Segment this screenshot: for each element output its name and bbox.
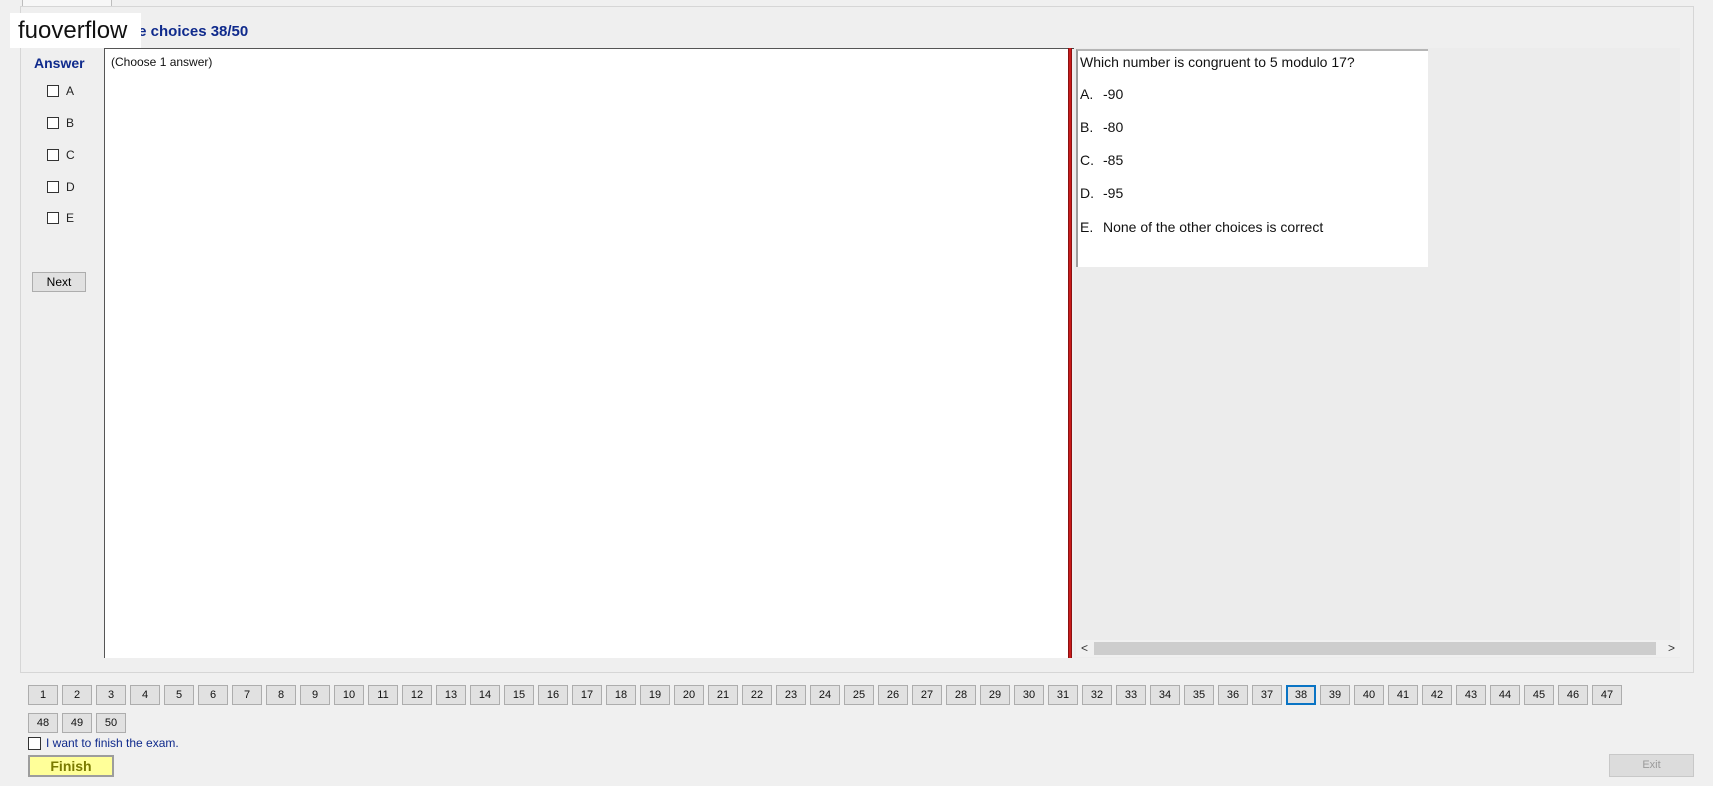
- question-nav-button[interactable]: 29: [980, 685, 1010, 705]
- choice-e[interactable]: E: [47, 210, 74, 226]
- question-nav-button[interactable]: 17: [572, 685, 602, 705]
- choice-b[interactable]: B: [47, 115, 74, 131]
- question-nav-button[interactable]: 31: [1048, 685, 1078, 705]
- question-nav-button[interactable]: 22: [742, 685, 772, 705]
- question-nav-button[interactable]: 20: [674, 685, 704, 705]
- horizontal-scrollbar[interactable]: < >: [1076, 640, 1680, 657]
- option-text: -85: [1103, 152, 1124, 168]
- question-nav-button[interactable]: 15: [504, 685, 534, 705]
- choice-c-checkbox[interactable]: [47, 149, 59, 161]
- question-nav-button[interactable]: 23: [776, 685, 806, 705]
- question-nav-button[interactable]: 14: [470, 685, 500, 705]
- question-option-c: C. -85: [1080, 152, 1123, 168]
- question-nav-button[interactable]: 50: [96, 713, 126, 733]
- question-nav-button[interactable]: 39: [1320, 685, 1350, 705]
- question-nav-button[interactable]: 25: [844, 685, 874, 705]
- question-nav-button[interactable]: 49: [62, 713, 92, 733]
- question-nav-button[interactable]: 30: [1014, 685, 1044, 705]
- question-nav-button[interactable]: 2: [62, 685, 92, 705]
- question-nav-button[interactable]: 32: [1082, 685, 1112, 705]
- question-nav-button[interactable]: 35: [1184, 685, 1214, 705]
- answer-pane: (Choose 1 answer): [104, 48, 1068, 658]
- question-nav-button[interactable]: 38: [1286, 685, 1316, 705]
- option-text: -80: [1103, 119, 1124, 135]
- question-nav-button[interactable]: 18: [606, 685, 636, 705]
- option-letter: D.: [1080, 185, 1094, 201]
- choice-b-checkbox[interactable]: [47, 117, 59, 129]
- question-nav-button[interactable]: 8: [266, 685, 296, 705]
- choice-e-label: E: [66, 211, 75, 225]
- question-nav-button[interactable]: 4: [130, 685, 160, 705]
- scroll-left-icon[interactable]: <: [1076, 640, 1093, 657]
- question-nav-button[interactable]: 46: [1558, 685, 1588, 705]
- option-letter: C.: [1080, 152, 1094, 168]
- question-nav-button[interactable]: 11: [368, 685, 398, 705]
- choice-d-label: D: [66, 180, 75, 194]
- question-nav-button[interactable]: 45: [1524, 685, 1554, 705]
- question-nav-button[interactable]: 24: [810, 685, 840, 705]
- question-nav-button[interactable]: 34: [1150, 685, 1180, 705]
- question-nav-button[interactable]: 42: [1422, 685, 1452, 705]
- choice-b-label: B: [66, 116, 75, 130]
- option-letter: A.: [1080, 86, 1094, 102]
- question-nav-button[interactable]: 47: [1592, 685, 1622, 705]
- question-nav-button[interactable]: 1: [28, 685, 58, 705]
- question-nav-button[interactable]: 36: [1218, 685, 1248, 705]
- exit-button[interactable]: Exit: [1609, 754, 1694, 777]
- question-box: Which number is congruent to 5 modulo 17…: [1076, 49, 1428, 267]
- question-nav-button[interactable]: 37: [1252, 685, 1282, 705]
- option-text: None of the other choices is correct: [1103, 219, 1324, 235]
- finish-button[interactable]: Finish: [28, 755, 114, 777]
- question-option-d: D. -95: [1080, 185, 1123, 201]
- next-button[interactable]: Next: [32, 272, 86, 292]
- question-nav-button[interactable]: 33: [1116, 685, 1146, 705]
- question-nav-button[interactable]: 48: [28, 713, 58, 733]
- answer-hint: (Choose 1 answer): [111, 55, 213, 69]
- choice-d-checkbox[interactable]: [47, 181, 59, 193]
- choice-a-checkbox[interactable]: [47, 85, 59, 97]
- question-nav-button[interactable]: 19: [640, 685, 670, 705]
- choice-c-label: C: [66, 148, 75, 162]
- question-nav-button[interactable]: 26: [878, 685, 908, 705]
- option-text: -90: [1103, 86, 1124, 102]
- pane-splitter[interactable]: [1068, 48, 1072, 658]
- question-nav-button[interactable]: 10: [334, 685, 364, 705]
- finish-confirm-label: I want to finish the exam.: [46, 736, 179, 750]
- question-nav-button[interactable]: 21: [708, 685, 738, 705]
- scroll-thumb[interactable]: [1094, 642, 1656, 655]
- option-text: -95: [1103, 185, 1124, 201]
- scroll-right-icon[interactable]: >: [1663, 640, 1680, 657]
- question-nav-button[interactable]: 44: [1490, 685, 1520, 705]
- choice-d[interactable]: D: [47, 179, 75, 195]
- question-nav-button[interactable]: 6: [198, 685, 228, 705]
- choice-a-label: A: [66, 84, 75, 98]
- question-nav-button[interactable]: 5: [164, 685, 194, 705]
- question-text: Which number is congruent to 5 modulo 17…: [1080, 54, 1355, 70]
- question-nav-button[interactable]: 16: [538, 685, 568, 705]
- finish-confirm-checkbox[interactable]: [28, 736, 41, 750]
- question-nav-button[interactable]: 43: [1456, 685, 1486, 705]
- question-option-a: A. -90: [1080, 86, 1123, 102]
- answer-label: Answer: [34, 55, 85, 71]
- question-option-e: E. None of the other choices is correct: [1080, 219, 1323, 235]
- question-nav-button[interactable]: 28: [946, 685, 976, 705]
- question-nav-button[interactable]: 41: [1388, 685, 1418, 705]
- question-nav-button[interactable]: 27: [912, 685, 942, 705]
- question-option-b: B. -80: [1080, 119, 1123, 135]
- choice-e-checkbox[interactable]: [47, 212, 59, 224]
- question-nav-button[interactable]: 12: [402, 685, 432, 705]
- option-letter: E.: [1080, 219, 1094, 235]
- question-nav-button[interactable]: 13: [436, 685, 466, 705]
- question-nav-button[interactable]: 7: [232, 685, 262, 705]
- question-nav-button[interactable]: 40: [1354, 685, 1384, 705]
- section-title: le choices 38/50: [134, 23, 249, 40]
- watermark: fuoverflow: [10, 13, 141, 48]
- choice-a[interactable]: A: [47, 83, 74, 99]
- choice-c[interactable]: C: [47, 147, 75, 163]
- option-letter: B.: [1080, 119, 1094, 135]
- question-nav-button[interactable]: 9: [300, 685, 330, 705]
- finish-confirm[interactable]: I want to finish the exam.: [28, 736, 179, 750]
- question-nav-button[interactable]: 3: [96, 685, 126, 705]
